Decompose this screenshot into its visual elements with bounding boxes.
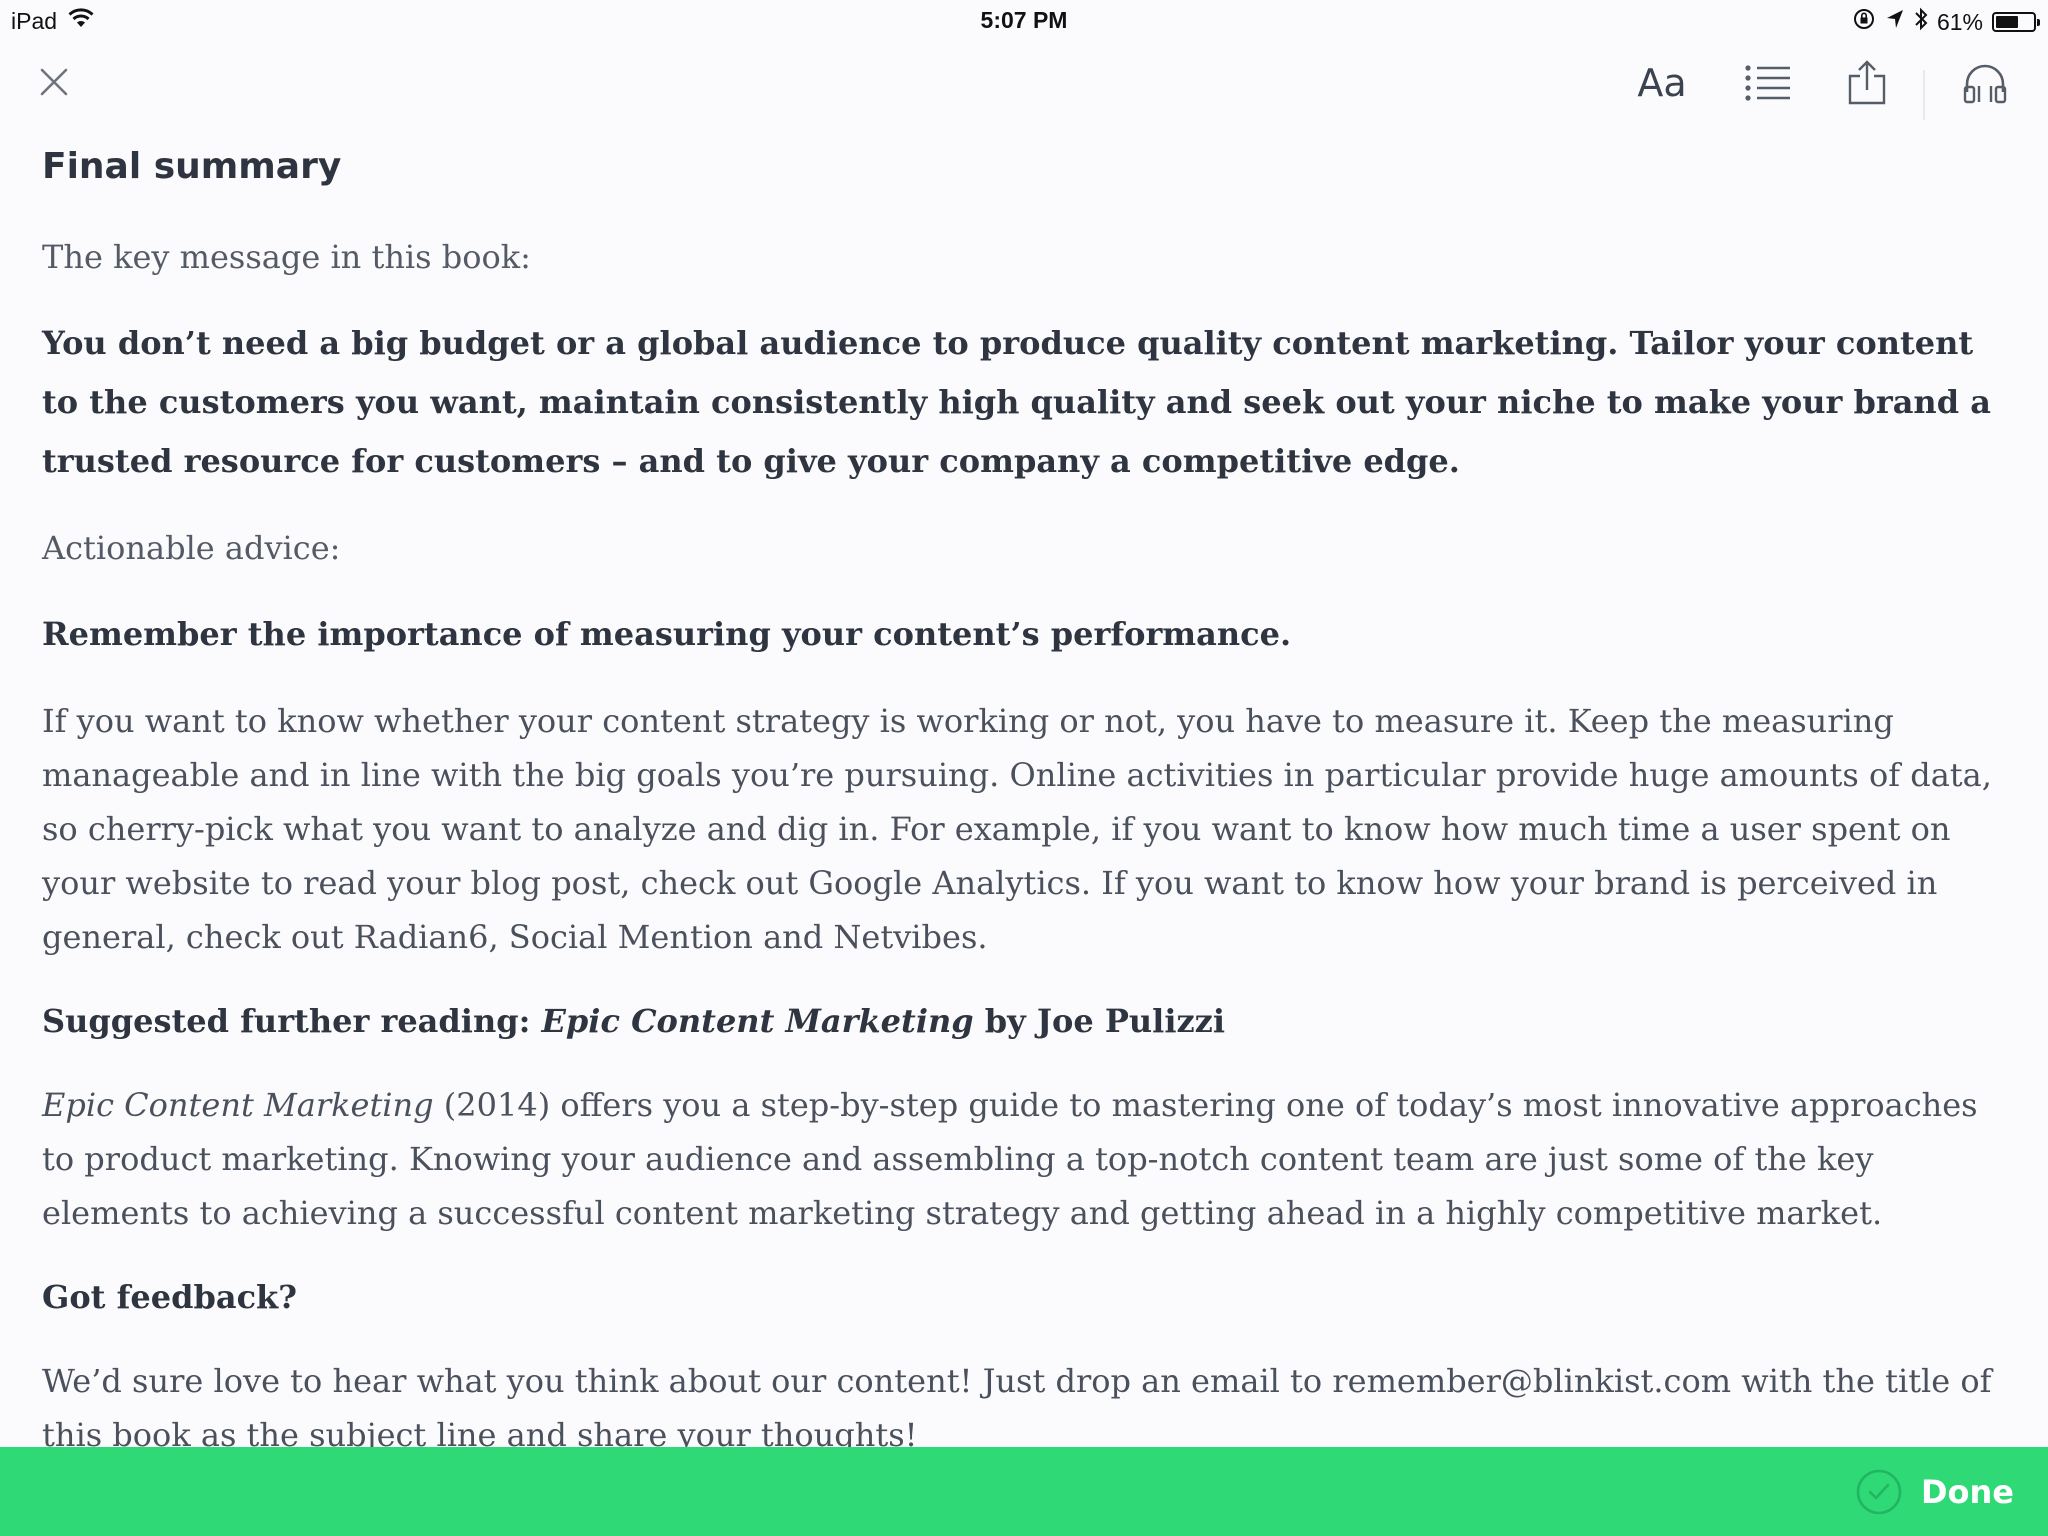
audio-button[interactable]: [1958, 58, 2012, 108]
table-of-contents-icon: [1745, 65, 1790, 101]
share-button[interactable]: [1842, 58, 1892, 108]
toolbar-divider: [1923, 70, 1925, 120]
battery-level: [1996, 16, 2018, 28]
close-button[interactable]: [32, 60, 76, 104]
location-arrow-icon: [1885, 8, 1905, 36]
further-reading-body: Epic Content Marketing (2014) offers you…: [42, 1078, 2012, 1240]
chapter-title: Final summary: [42, 146, 342, 187]
font-settings-label: Aa: [1637, 61, 1687, 105]
further-reading-heading: Suggested further reading: Epic Content …: [42, 994, 2012, 1048]
further-reading-title: Epic Content Marketing: [541, 1002, 974, 1040]
done-button[interactable]: Done: [1855, 1467, 2014, 1517]
battery-icon: [1992, 12, 2040, 32]
key-message: You don’t need a big budget or a global …: [42, 324, 1991, 480]
share-icon: [1848, 60, 1886, 105]
further-reading-prefix: Suggested further reading:: [42, 1002, 542, 1040]
bottom-bar: Done: [0, 1447, 2048, 1536]
key-message-label: The key message in this book:: [42, 238, 531, 276]
orientation-lock-icon: [1852, 7, 1876, 37]
status-right: 61%: [1852, 7, 2040, 37]
close-icon: [40, 68, 68, 96]
further-reading-body-title: Epic Content Marketing: [42, 1086, 434, 1124]
check-circle-icon: [1856, 1469, 1902, 1515]
font-settings-button[interactable]: Aa: [1630, 58, 1694, 108]
status-bar: iPad 5:07 PM 61%: [0, 0, 2048, 40]
advice-label: Actionable advice:: [42, 529, 341, 567]
feedback-heading: Got feedback?: [42, 1278, 297, 1316]
table-of-contents-button[interactable]: [1738, 58, 1798, 108]
battery-percent: 61%: [1936, 8, 1983, 35]
feedback-body: We’d sure love to hear what you think ab…: [42, 1362, 1992, 1454]
bluetooth-icon: [1914, 7, 1928, 37]
done-label: Done: [1920, 1473, 2014, 1511]
advice-body: If you want to know whether your content…: [42, 702, 1992, 956]
headphones-icon: [1963, 64, 2007, 104]
clock: 5:07 PM: [980, 7, 1068, 33]
advice-heading: Remember the importance of measuring you…: [42, 615, 1292, 653]
reader-content: Final summary The key message in this bo…: [42, 140, 2012, 1492]
further-reading-author: by Joe Pulizzi: [973, 1002, 1225, 1040]
reader-toolbar: Aa: [0, 40, 2048, 130]
